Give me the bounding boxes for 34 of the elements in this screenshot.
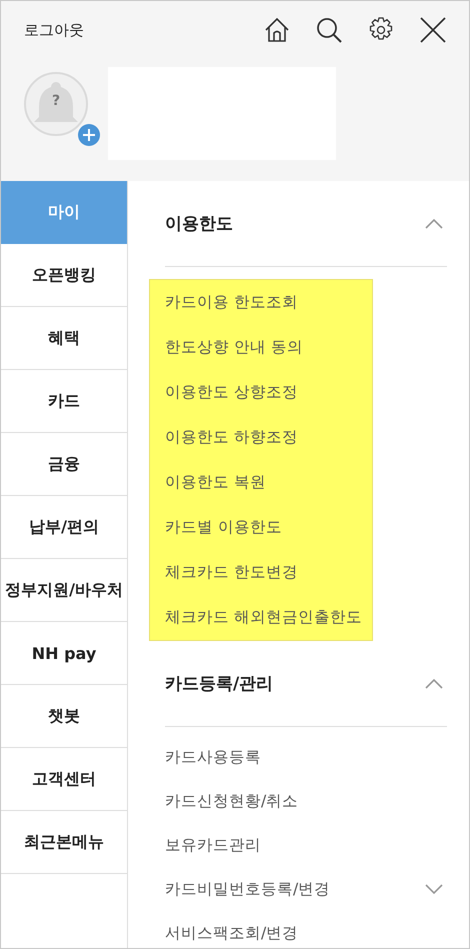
sidebar-tab[interactable]: 혜택: [1, 307, 127, 370]
menu-link[interactable]: 카드사용등록: [165, 746, 261, 768]
home-icon[interactable]: [263, 16, 291, 44]
sidebar-tab[interactable]: 챗봇: [1, 685, 127, 748]
sidebar-tab[interactable]: 납부/편의: [1, 496, 127, 559]
menu-link[interactable]: 서비스팩조회/변경: [165, 922, 298, 944]
menu-link[interactable]: 카드별 이용한도: [165, 517, 282, 538]
sidebar-tab[interactable]: 최근본메뉴: [1, 811, 127, 874]
sidebar-tab[interactable]: 카드: [1, 370, 127, 433]
add-icon[interactable]: [78, 124, 100, 146]
logout-link[interactable]: 로그아웃: [24, 20, 84, 40]
section-title[interactable]: 카드등록/관리: [165, 672, 274, 695]
menu-link[interactable]: 카드이용 한도조회: [165, 292, 298, 313]
menu-link[interactable]: 이용한도 복원: [165, 472, 266, 493]
sidebar-tab[interactable]: 오픈뱅킹: [1, 244, 127, 307]
menu-link[interactable]: 카드비밀번호등록/변경: [165, 878, 330, 900]
chevron-down-icon[interactable]: [425, 884, 443, 894]
menu-link[interactable]: 한도상향 안내 동의: [165, 337, 303, 358]
sidebar-tab[interactable]: NH pay: [1, 622, 127, 685]
chevron-up-icon[interactable]: [425, 218, 443, 228]
search-icon[interactable]: [315, 16, 343, 44]
menu-link[interactable]: 이용한도 하향조정: [165, 427, 298, 448]
sidebar-tab[interactable]: 금융: [1, 433, 127, 496]
menu-link[interactable]: 카드신청현황/취소: [165, 790, 298, 812]
sidebar-tab[interactable]: 정부지원/바우처: [1, 559, 127, 622]
sidebar-tab[interactable]: 고객센터: [1, 748, 127, 811]
close-icon[interactable]: [419, 16, 447, 44]
section-title[interactable]: 이용한도: [165, 212, 233, 235]
chevron-up-icon[interactable]: [425, 678, 443, 688]
question-mark: ?: [52, 93, 60, 109]
menu-link[interactable]: 이용한도 상향조정: [165, 382, 298, 403]
menu-link[interactable]: 보유카드관리: [165, 834, 261, 856]
menu-link[interactable]: 체크카드 한도변경: [165, 562, 298, 583]
menu-link[interactable]: 체크카드 해외현금인출한도: [165, 607, 362, 628]
